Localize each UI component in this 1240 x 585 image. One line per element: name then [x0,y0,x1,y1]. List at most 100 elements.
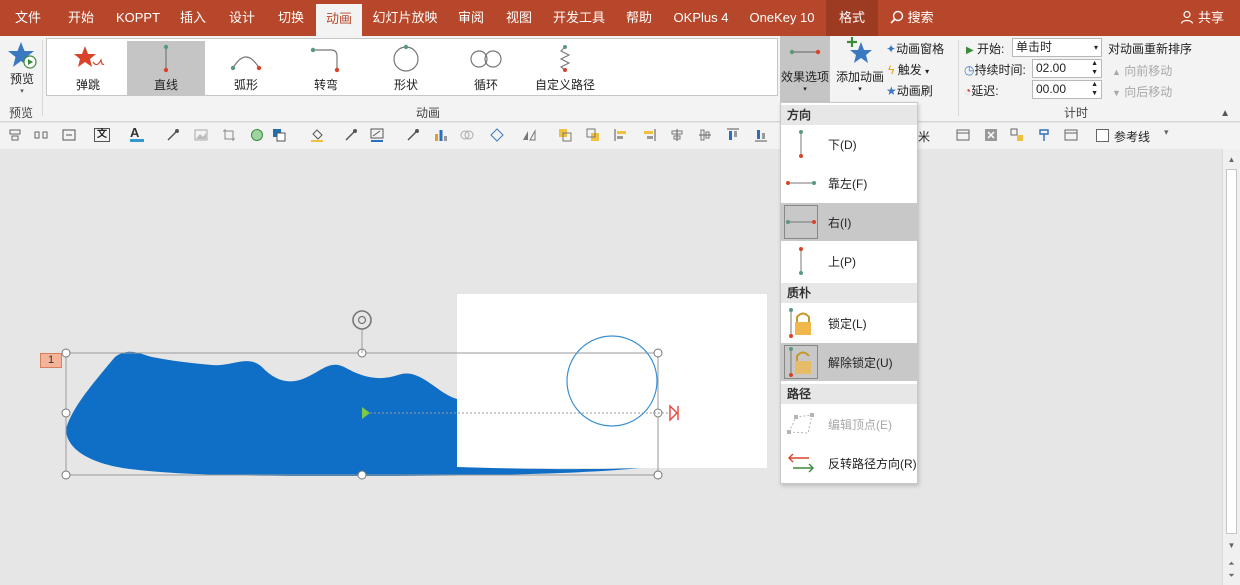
crop-icon[interactable] [222,128,236,142]
option-up[interactable]: 上(P) [781,242,917,280]
option-edit-points[interactable]: 编辑顶点(E) [781,405,917,443]
align-bottom-icon[interactable] [754,128,768,142]
tab-file[interactable]: 文件 [8,0,48,36]
scroll-page-up-icon[interactable]: ⏶ [1223,559,1240,569]
effect-options-label: 效果选项 [780,70,829,84]
move-later-button[interactable]: ▼ 向后移动 [1112,83,1172,100]
merge-shapes-icon[interactable] [460,128,474,142]
tab-animations[interactable]: 动画 [316,4,362,36]
option-down[interactable]: 下(D) [781,125,917,163]
tab-koppt[interactable]: KOPPT [110,0,166,36]
delay-input[interactable]: 00.00 ▲ ▼ [1032,80,1102,99]
textbox-icon[interactable] [62,128,76,142]
eyedropper-3-icon[interactable] [406,128,420,142]
effect-options-button[interactable]: 效果选项 ▾ [780,36,830,102]
gallery-item-loop[interactable]: 循环 [447,41,525,95]
tab-review[interactable]: 审阅 [448,0,494,36]
eyedropper-icon[interactable] [166,128,180,142]
trigger-button[interactable]: ϟ 触发 ▾ [888,61,929,78]
eyedropper-2-icon[interactable] [344,128,358,142]
tab-help[interactable]: 帮助 [616,0,662,36]
gallery-item-bounce[interactable]: 弹跳 [49,41,127,95]
rotate-icon[interactable] [522,128,536,142]
option-left[interactable]: 靠左(F) [781,164,917,202]
search-box[interactable]: 搜索 [890,0,934,36]
edit-shape-icon[interactable] [490,128,504,142]
scroll-thumb[interactable] [1226,169,1237,534]
animation-order-badge[interactable]: 1 [40,353,62,368]
chart-icon[interactable] [434,128,448,142]
format-painter-icon[interactable] [1038,128,1052,142]
quick-toolbar-more-icon[interactable]: ▾ [1164,127,1169,138]
align-left-icon[interactable] [614,128,628,142]
scroll-down-icon[interactable]: ▼ [1223,541,1240,550]
send-backward-icon[interactable] [586,128,600,142]
turn-path-icon [310,47,340,73]
arrange-icon[interactable] [272,128,286,142]
vertical-scrollbar[interactable]: ▲ ▼ ⏶ ⏷ [1222,149,1240,585]
gallery-item-line[interactable]: 直线 [127,41,205,95]
gallery-item-arc[interactable]: 弧形 [207,41,285,95]
add-animation-button[interactable]: 添加动画 ▾ [834,36,886,102]
bounce-star-icon [74,46,105,67]
align-right-icon[interactable] [642,128,656,142]
option-lock[interactable]: 锁定(L) [781,304,917,342]
image-icon[interactable] [194,128,208,142]
animation-painter-button[interactable]: ★动画刷 [886,82,933,99]
start-select[interactable]: 单击时 ▾ [1012,38,1102,57]
bring-forward-icon[interactable] [558,128,572,142]
gridlines-icon[interactable] [1064,128,1078,142]
share-button[interactable]: 共享 [1180,0,1224,36]
animation-pane-icon: ✦ [886,42,897,56]
tab-view[interactable]: 视图 [496,0,542,36]
tab-format[interactable]: 格式 [826,0,878,36]
distribute-icon[interactable] [34,128,48,142]
tab-transitions[interactable]: 切换 [268,0,314,36]
window-icon[interactable] [956,128,970,142]
tab-onekey[interactable]: OneKey 10 [742,0,822,36]
animation-painter-icon: ★ [886,84,897,98]
effect-options-icon [789,49,821,55]
loop-path-icon [470,50,502,68]
path-left-icon [786,181,816,185]
down-arrow-icon: ▼ [1112,88,1121,98]
tab-home[interactable]: 开始 [58,0,104,36]
scroll-page-down-icon[interactable]: ⏷ [1223,571,1240,581]
option-unlock[interactable]: 解除锁定(U) [781,343,917,381]
option-reverse-path[interactable]: 反转路径方向(R) [781,444,917,482]
tab-insert[interactable]: 插入 [170,0,216,36]
align-middle-icon[interactable] [698,128,712,142]
guides-checkbox[interactable] [1096,129,1109,142]
group-icon[interactable] [1010,128,1024,142]
outline-pen-icon[interactable] [370,128,384,142]
animation-gallery: 弹跳 直线 弧形 转弯 形状 循环 自定义路径 ▲ ▼ ⊽ [46,38,822,99]
duration-input[interactable]: 02.00 ▲ ▼ [1032,59,1102,78]
collapse-ribbon-icon[interactable]: ▲ [1220,108,1230,119]
shape-fill-circle-icon[interactable] [250,128,264,142]
preview-button[interactable]: 预览 ▾ [4,38,40,96]
group-label-timing: 计时 [1064,106,1089,120]
lock-icon [789,308,811,338]
tab-okplus[interactable]: OKPlus 4 [668,0,734,36]
tab-slideshow[interactable]: 幻灯片放映 [368,0,442,36]
text-direction-icon[interactable]: 文 [94,128,110,142]
animation-pane-button[interactable]: ✦动画窗格 [886,40,944,57]
fill-bucket-icon[interactable] [310,128,324,142]
section-rustic: 质朴 [781,283,917,303]
scroll-up-icon[interactable]: ▲ [1223,155,1240,164]
gallery-item-shape[interactable]: 形状 [367,41,445,95]
gallery-item-turn[interactable]: 转弯 [287,41,365,95]
arc-path-icon [230,56,262,71]
add-animation-chevron-icon: ▾ [858,86,862,93]
align-top-icon[interactable] [726,128,740,142]
delete-box-icon[interactable] [984,128,998,142]
align-center-icon[interactable] [670,128,684,142]
move-earlier-button[interactable]: ▲ 向前移动 [1112,62,1172,79]
option-right[interactable]: 右(I) [781,203,917,241]
gallery-item-custom-path[interactable]: 自定义路径 [527,41,603,95]
rotate-handle-icon[interactable] [352,310,372,330]
align-icon[interactable] [8,128,22,142]
tab-developer[interactable]: 开发工具 [546,0,612,36]
font-color-icon[interactable]: A [130,126,144,142]
tab-design[interactable]: 设计 [219,0,265,36]
